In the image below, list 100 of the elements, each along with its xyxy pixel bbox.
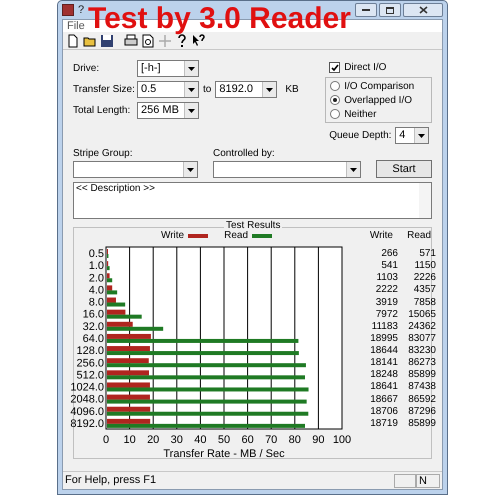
tick-label: 30 (170, 434, 183, 446)
table-cell-text: 18706 (369, 406, 398, 417)
overlay-caption: Test by 3.0 Reader (88, 4, 351, 34)
save-icon[interactable] (99, 32, 115, 48)
tick-label: 0 (102, 434, 110, 446)
start-button[interactable]: Start (376, 160, 432, 178)
category-label: 1024.0 (70, 382, 104, 394)
window-title: ? (78, 2, 84, 18)
table-cell-text: 18719 (369, 418, 398, 429)
maximize-icon (386, 6, 394, 14)
table-cell-text: 18995 (369, 334, 398, 344)
category-label: 0.5 (88, 248, 104, 260)
category-label: 512.0 (76, 369, 104, 382)
transfer-size-to-dropdown[interactable]: 8192.0 (215, 81, 278, 98)
transfer-size-from-dropdown[interactable]: 0.5 (137, 81, 199, 98)
table-cell-text: 2226 (412, 273, 436, 284)
table-cell-text: 86273 (407, 358, 436, 368)
table-cell-text: 4357 (412, 285, 436, 296)
minimize-icon (362, 9, 370, 11)
category-label: 4096.0 (70, 406, 104, 418)
table-cell-text: 87296 (407, 406, 436, 417)
table-cell-text: 18644 (369, 346, 398, 356)
table-cell-text: 571 (418, 249, 436, 260)
tick-label: 50 (218, 434, 230, 446)
table-cell-text: 15065 (407, 310, 436, 320)
print-preview-icon[interactable] (140, 32, 156, 48)
table-cell-text: 541 (380, 261, 398, 272)
table-cell-text: 18667 (369, 394, 398, 405)
table-cell-text: 7972 (374, 310, 398, 320)
stripe-group-dropdown[interactable] (73, 161, 198, 178)
maximize-button[interactable] (379, 3, 401, 17)
status-panel (394, 474, 416, 488)
table-cell-text: 266 (380, 249, 398, 260)
tick-label: 90 (312, 434, 325, 446)
scrollbar[interactable] (419, 183, 431, 218)
table-cell-text: 87438 (407, 382, 436, 392)
status-indicator: N (416, 474, 440, 488)
table-cell-text: 83230 (407, 346, 436, 356)
tick-label: 40 (194, 434, 207, 446)
description-field[interactable]: << Description >> (73, 182, 432, 219)
category-label: 32.0 (82, 320, 104, 333)
drive-label: Drive: (73, 62, 100, 76)
close-icon (418, 6, 428, 14)
radio-label: Overlapped I/O (344, 94, 412, 108)
unit-label: KB (285, 83, 299, 97)
to-label: to (203, 83, 212, 97)
context-help-icon[interactable] (191, 32, 207, 48)
table-cell-text: 86592 (407, 394, 436, 405)
radio-button[interactable] (330, 81, 340, 91)
queue-depth-label: Queue Depth: (329, 129, 392, 143)
direct-io-checkbox[interactable] (329, 62, 340, 73)
tick-label: 80 (288, 434, 301, 446)
category-label: 8192.0 (70, 418, 104, 430)
table-cell-text: 18248 (369, 370, 398, 380)
category-label: 16.0 (82, 308, 104, 321)
table-cell-text: 83077 (407, 334, 436, 344)
stripe-group-label: Stripe Group: (73, 147, 134, 161)
table-cell-text: 85899 (407, 370, 436, 380)
tick-label: 70 (265, 434, 278, 446)
minimize-button[interactable] (355, 3, 377, 17)
legend-label: Read (224, 229, 248, 243)
category-label: 64.0 (82, 333, 104, 345)
radio-button[interactable] (330, 95, 340, 105)
category-label: 128.0 (76, 345, 104, 358)
table-cell-text: 24362 (407, 322, 436, 332)
category-label: 8.0 (88, 296, 104, 309)
total-length-dropdown[interactable]: 256 MB (137, 102, 199, 119)
table-cell-text: 85899 (407, 418, 436, 429)
category-label: 2048.0 (70, 394, 104, 406)
controlled-by-label: Controlled by: (213, 147, 276, 161)
category-label: 4.0 (88, 284, 104, 296)
radio-label: Neither (344, 108, 376, 122)
close-button[interactable] (403, 3, 443, 17)
transfer-size-label: Transfer Size: (73, 83, 136, 97)
legend-label: Write (160, 229, 184, 243)
total-length-label: Total Length: (73, 104, 132, 118)
table-cell-text: 1150 (413, 261, 436, 272)
column-header: Read (406, 229, 431, 243)
tick-label: 100 (332, 434, 352, 446)
queue-depth-dropdown[interactable]: 4 (395, 127, 430, 144)
table-cell-text: 1103 (375, 273, 398, 284)
radio-label: I/O Comparison (344, 80, 414, 94)
radio-button[interactable] (330, 109, 340, 119)
menu-item[interactable]: File (67, 20, 85, 32)
table-cell-text: 2222 (374, 285, 398, 296)
results-title: Test Results (224, 221, 282, 231)
tick-label: 20 (147, 434, 160, 446)
tick-label: 10 (123, 434, 136, 446)
category-label: 1.0 (88, 260, 104, 272)
direct-io-label: Direct I/O (344, 61, 386, 75)
table-cell-text: 3919 (374, 298, 398, 308)
tick-label: 60 (241, 434, 254, 446)
table-cell-text: 11183 (370, 322, 398, 332)
table-cell-text: 18141 (369, 358, 398, 368)
app-icon (62, 4, 74, 16)
category-label: 256.0 (76, 357, 104, 370)
drive-dropdown[interactable]: [-h-] (137, 60, 199, 77)
printer-icon[interactable] (123, 32, 139, 48)
controlled-by-dropdown[interactable] (213, 161, 361, 178)
table-cell-text: 7858 (412, 298, 436, 308)
